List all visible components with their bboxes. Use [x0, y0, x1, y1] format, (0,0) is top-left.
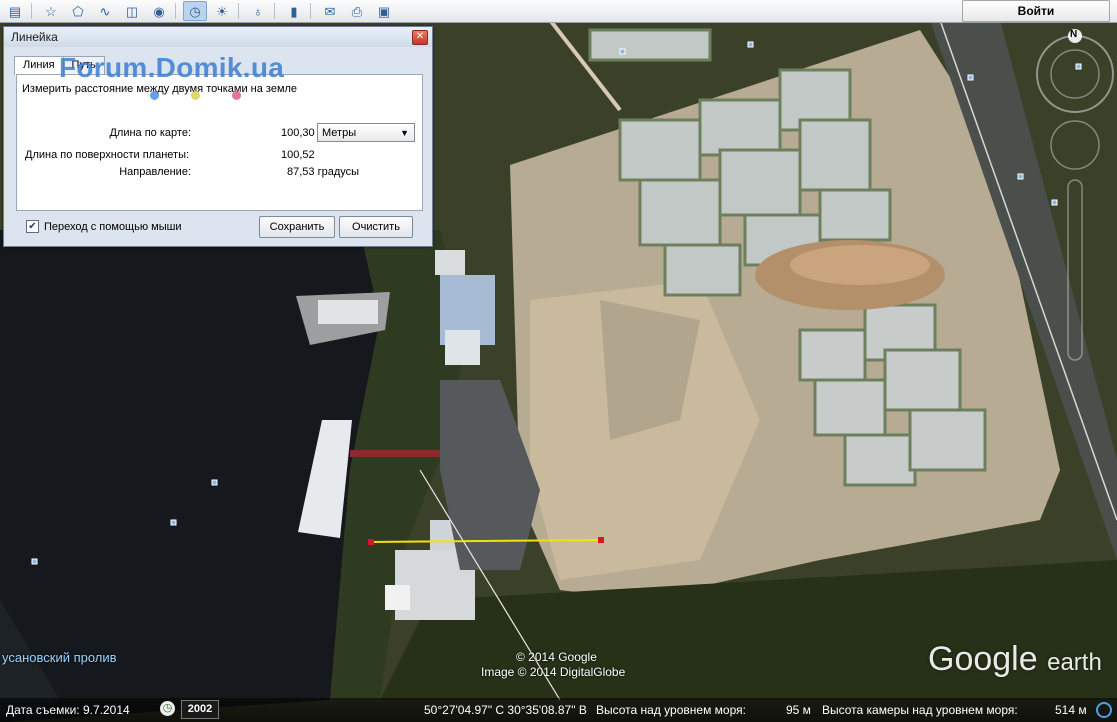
mouse-nav-checkbox[interactable]: ✔ — [26, 220, 39, 233]
placemark-icon[interactable]: ☆ — [39, 1, 63, 21]
decorative-dots — [150, 91, 273, 100]
email-icon[interactable]: ✉ — [318, 1, 342, 21]
status-bar: Дата съемки: 9.7.2014 ◷ 2002 50°27'04.97… — [0, 698, 1117, 722]
chevron-down-icon: ▼ — [400, 128, 409, 138]
dot-icon — [191, 91, 200, 100]
save-button[interactable]: Сохранить — [259, 216, 335, 238]
toolbar-separator — [274, 3, 275, 19]
ruler-dialog: Линейка ✕ Линия Путь Измерить расстояние… — [3, 26, 433, 247]
tab-line[interactable]: Линия — [14, 56, 64, 75]
historical-clock-icon[interactable]: ◷ — [160, 701, 175, 716]
close-icon[interactable]: ✕ — [412, 30, 428, 45]
copyright-google: © 2014 Google — [516, 650, 597, 664]
ground-length-label: Длина по поверхности планеты: — [25, 149, 190, 161]
ruler-end-point[interactable] — [598, 537, 604, 543]
map-length-value: 100,30 — [281, 127, 315, 139]
toolbar-separator — [175, 3, 176, 19]
main-toolbar: ▤ ☆ ⬠ ∿ ◫ ◉ ◷ ☀ ♁ ▮ ✉ ⎙ ▣ Войти — [0, 0, 1117, 23]
dot-icon — [232, 91, 241, 100]
units-select-value: Метры — [322, 127, 357, 139]
elevation-label: Высота над уровнем моря: — [596, 703, 746, 717]
google-earth-logo-sub: earth — [1047, 649, 1102, 676]
record-tour-icon[interactable]: ◉ — [147, 1, 171, 21]
ruler-measure-line[interactable] — [370, 539, 602, 543]
ground-length-value: 100,52 — [281, 149, 315, 161]
mouse-nav-toggle[interactable]: ✔ Переход с помощью мыши — [26, 220, 182, 233]
ruler-panel: Измерить расстояние между двумя точками … — [16, 74, 423, 211]
mouse-nav-label: Переход с помощью мыши — [44, 220, 182, 233]
google-earth-logo: Google earth — [928, 640, 1102, 679]
heading-value: 87,53 градусы — [287, 166, 360, 178]
eye-altitude-value: 514 м — [1055, 703, 1087, 717]
coordinates: 50°27'04.97" С 30°35'08.87" В — [424, 703, 587, 717]
toolbar-separator — [310, 3, 311, 19]
google-earth-logo-main: Google — [928, 640, 1038, 678]
imagery-date: Дата съемки: 9.7.2014 — [6, 703, 130, 717]
print-icon[interactable]: ⎙ — [345, 1, 369, 21]
ruler-dialog-title[interactable]: Линейка — [4, 27, 432, 47]
historical-imagery-icon[interactable]: ◷ — [183, 1, 207, 21]
units-select[interactable]: Метры ▼ — [317, 123, 415, 142]
eye-altitude-label: Высота камеры над уровнем моря: — [822, 703, 1018, 717]
path-icon[interactable]: ∿ — [93, 1, 117, 21]
polygon-icon[interactable]: ⬠ — [66, 1, 90, 21]
imagery-year-badge[interactable]: 2002 — [181, 700, 219, 719]
clear-button[interactable]: Очистить — [339, 216, 413, 238]
elevation-value: 95 м — [786, 703, 811, 717]
watermark-text: Forum.Domik.ua — [59, 52, 285, 83]
sign-in-button[interactable]: Войти — [962, 0, 1110, 22]
ruler-start-point[interactable] — [368, 539, 374, 545]
place-label: усановский пролив — [2, 650, 117, 665]
planets-icon[interactable]: ♁ — [246, 1, 270, 21]
toolbar-separator — [238, 3, 239, 19]
compass-north-label[interactable]: N — [1070, 29, 1077, 40]
sidebar-icon[interactable]: ▤ — [3, 1, 27, 21]
save-image-icon[interactable]: ▣ — [372, 1, 396, 21]
streaming-status-icon — [1096, 702, 1112, 718]
copyright-digitalglobe: Image © 2014 DigitalGlobe — [481, 665, 626, 679]
dot-icon — [150, 91, 159, 100]
image-overlay-icon[interactable]: ◫ — [120, 1, 144, 21]
ruler-icon[interactable]: ▮ — [282, 1, 306, 21]
heading-label: Направление: — [119, 166, 191, 178]
sunlight-icon[interactable]: ☀ — [210, 1, 234, 21]
map-length-label: Длина по карте: — [109, 127, 191, 139]
toolbar-separator — [31, 3, 32, 19]
